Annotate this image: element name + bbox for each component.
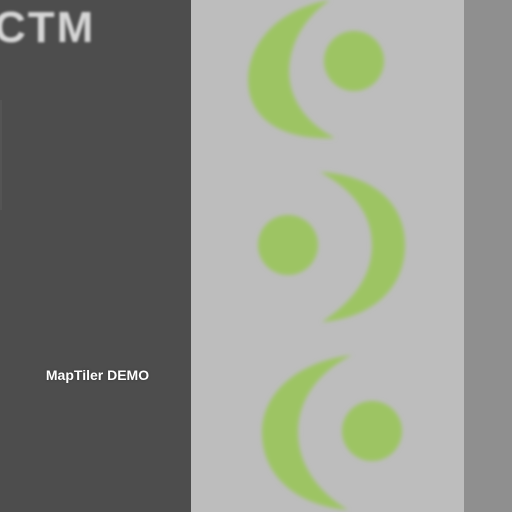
maptiler-demo-watermark: MapTiler DEMO <box>45 367 150 383</box>
logo-pattern <box>248 0 405 510</box>
moon-dot-logo-icon <box>262 355 402 510</box>
moon-dot-logo-icon <box>248 0 384 139</box>
moon-dot-logo-icon <box>258 172 405 322</box>
map-tile[interactable]: CTM MapTiler DEMO <box>0 0 512 512</box>
